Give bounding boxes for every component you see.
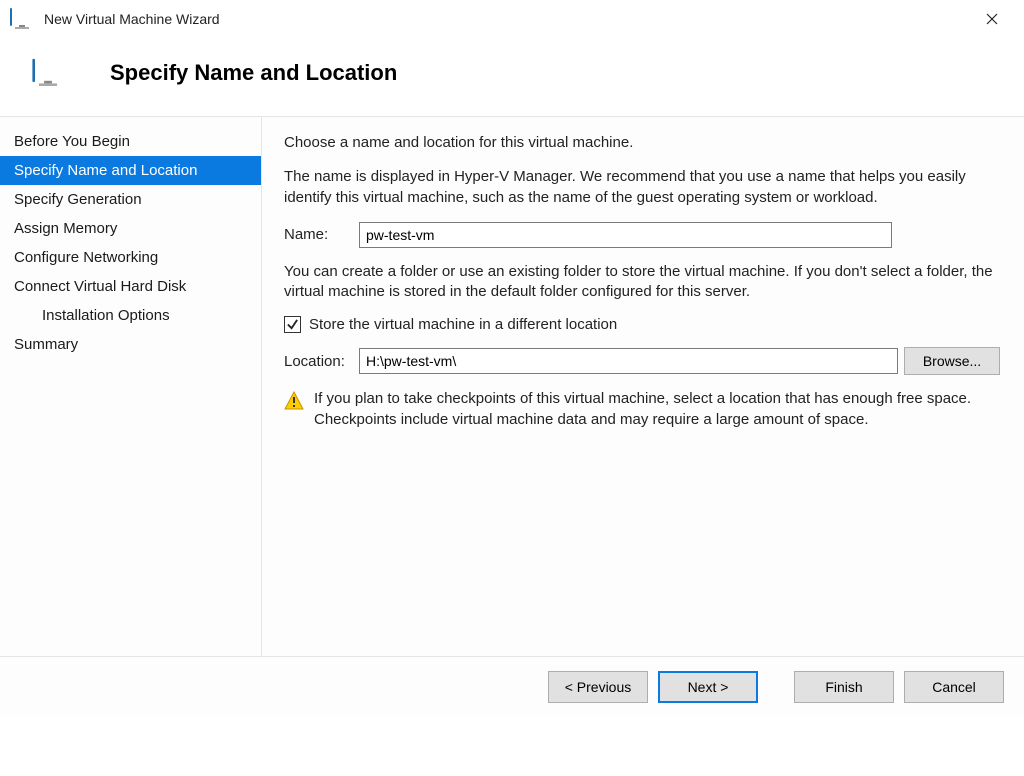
- browse-button[interactable]: Browse...: [904, 347, 1000, 375]
- close-icon[interactable]: [970, 4, 1014, 34]
- footer: < Previous Next > Finish Cancel: [0, 657, 1024, 717]
- location-input[interactable]: [359, 348, 898, 374]
- sidebar-step-7[interactable]: Summary: [0, 330, 261, 359]
- app-icon: [10, 9, 34, 29]
- sidebar-step-1[interactable]: Specify Name and Location: [0, 156, 261, 185]
- window-title: New Virtual Machine Wizard: [44, 11, 220, 27]
- wizard-body: Before You BeginSpecify Name and Locatio…: [0, 116, 1024, 656]
- warning-icon: [284, 391, 304, 411]
- cancel-button[interactable]: Cancel: [904, 671, 1004, 703]
- sidebar-step-0[interactable]: Before You Begin: [0, 127, 261, 156]
- name-row: Name:: [284, 222, 1000, 248]
- store-checkbox[interactable]: [284, 316, 301, 333]
- sidebar-step-3[interactable]: Assign Memory: [0, 214, 261, 243]
- finish-button[interactable]: Finish: [794, 671, 894, 703]
- sidebar-step-5[interactable]: Connect Virtual Hard Disk: [0, 272, 261, 301]
- sidebar-step-2[interactable]: Specify Generation: [0, 185, 261, 214]
- name-label: Name:: [284, 226, 359, 243]
- wizard-banner: Specify Name and Location: [0, 38, 1024, 116]
- store-checkbox-label: Store the virtual machine in a different…: [309, 316, 617, 333]
- warning-row: If you plan to take checkpoints of this …: [284, 389, 1000, 430]
- sidebar-step-4[interactable]: Configure Networking: [0, 243, 261, 272]
- content-pane: Choose a name and location for this virt…: [262, 117, 1024, 656]
- sidebar-step-6[interactable]: Installation Options: [0, 301, 261, 330]
- warning-text: If you plan to take checkpoints of this …: [314, 389, 1000, 430]
- wizard-icon: [32, 60, 63, 86]
- location-row: Location: Browse...: [284, 347, 1000, 375]
- folder-description: You can create a folder or use an existi…: [284, 262, 1000, 303]
- name-input[interactable]: [359, 222, 892, 248]
- intro-text: Choose a name and location for this virt…: [284, 133, 1000, 153]
- store-checkbox-row: Store the virtual machine in a different…: [284, 316, 1000, 333]
- next-button[interactable]: Next >: [658, 671, 758, 703]
- page-title: Specify Name and Location: [110, 60, 397, 86]
- previous-button[interactable]: < Previous: [548, 671, 648, 703]
- description-text: The name is displayed in Hyper-V Manager…: [284, 167, 1000, 208]
- titlebar: New Virtual Machine Wizard: [0, 0, 1024, 38]
- location-label: Location:: [284, 353, 359, 370]
- steps-sidebar: Before You BeginSpecify Name and Locatio…: [0, 117, 262, 656]
